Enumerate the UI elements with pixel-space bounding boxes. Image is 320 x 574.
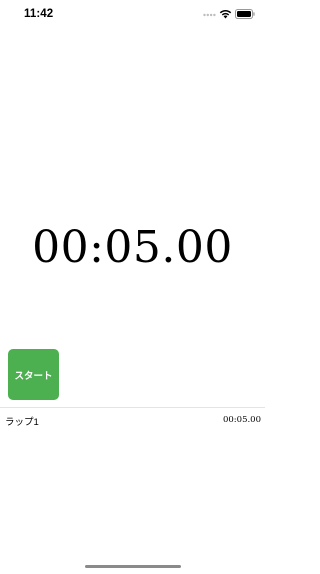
lap-time: 00:05.00 [222, 415, 261, 425]
divider [0, 407, 265, 408]
timer-display: 00:05.00 [32, 222, 233, 273]
battery-icon [235, 9, 255, 19]
wifi-icon [219, 9, 232, 19]
status-time: 11:42 [24, 8, 54, 20]
lap-label: ラップ1 [5, 417, 39, 428]
lap-row: ラップ1 00:05.00 [0, 412, 265, 430]
start-button[interactable]: スタート [8, 349, 59, 400]
home-indicator[interactable] [85, 565, 181, 568]
signal-icon [203, 13, 216, 17]
status-bar: 11:42 [0, 0, 265, 30]
